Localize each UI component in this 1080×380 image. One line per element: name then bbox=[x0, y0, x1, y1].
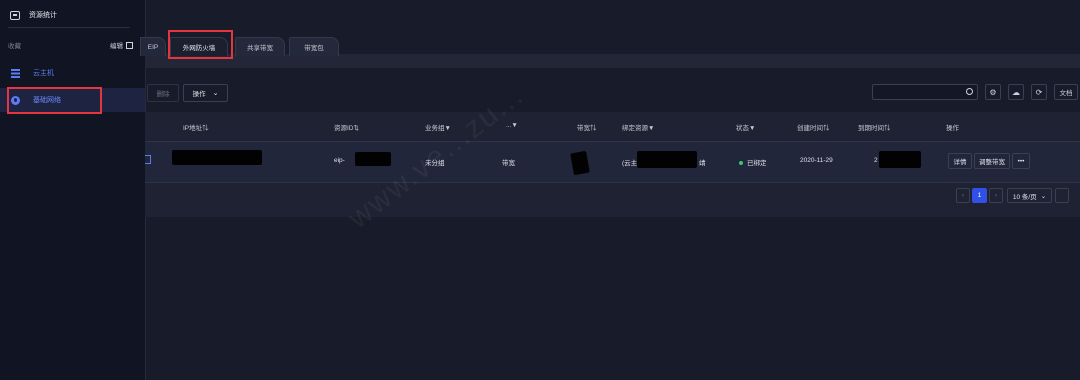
col-header-status[interactable]: 状态▼ bbox=[736, 122, 755, 132]
delete-button[interactable]: 删除 bbox=[147, 84, 179, 102]
redacted-ip bbox=[172, 150, 262, 165]
page-number[interactable]: 1 bbox=[972, 188, 987, 203]
redacted-resource-id bbox=[355, 152, 391, 166]
col-header-actions: 操作 bbox=[946, 125, 959, 132]
more-icon[interactable]: ••• bbox=[1012, 153, 1030, 169]
docs-button[interactable]: 文档 bbox=[1054, 84, 1078, 100]
col-header-ip[interactable]: IP地址⇅ bbox=[183, 122, 209, 132]
bound-resource[interactable]: (云主 bbox=[622, 157, 637, 167]
created-time: 2020-11-29 bbox=[800, 157, 833, 164]
col-header-bandwidth[interactable]: 带宽⇅ bbox=[577, 122, 597, 132]
refresh-icon[interactable]: ⟳ bbox=[1031, 84, 1047, 100]
status-dot-icon bbox=[739, 161, 743, 166]
tab-strip bbox=[145, 54, 1080, 68]
adjust-bandwidth-button[interactable]: 调整带宽 bbox=[974, 153, 1010, 169]
edit-icon bbox=[126, 41, 133, 49]
copy-icon[interactable] bbox=[145, 155, 151, 164]
table-row bbox=[145, 141, 1080, 183]
bound-resource-tail: 靖 bbox=[699, 160, 706, 167]
status-badge: 已绑定 bbox=[739, 157, 767, 167]
sidebar: 资源统计 收藏 编辑 云主机 基础网络 bbox=[0, 0, 146, 380]
prev-page-button[interactable]: ‹ bbox=[956, 188, 970, 203]
edit-label: 编辑 bbox=[110, 43, 123, 50]
gear-icon[interactable]: ⚙ bbox=[985, 84, 1001, 100]
chevron-down-icon: ⌄ bbox=[1040, 192, 1047, 200]
col-header-created[interactable]: 创建时间⇅ bbox=[797, 122, 830, 132]
page-size-select[interactable]: 10 条/页 ⌄ bbox=[1007, 188, 1052, 203]
status-text: 已绑定 bbox=[747, 160, 767, 167]
details-button[interactable]: 详情 bbox=[948, 153, 972, 169]
sidebar-item-label: 云主机 bbox=[33, 70, 54, 77]
chevron-down-icon: ⌄ bbox=[212, 90, 219, 97]
actions-label: 操作 bbox=[192, 91, 206, 98]
monitor-icon bbox=[10, 10, 20, 20]
col-header-expires: 到期时间⇅ bbox=[858, 125, 891, 132]
col-header-bound-resource[interactable]: 绑定资源▼ bbox=[622, 122, 654, 132]
tab-eip[interactable]: EIP bbox=[140, 37, 166, 56]
resource-id[interactable]: eip- bbox=[334, 157, 345, 164]
highlight-box-tab bbox=[168, 30, 233, 59]
expires-time: 2 bbox=[874, 157, 878, 164]
highlight-box-sidebar bbox=[7, 87, 102, 114]
cloud-download-icon[interactable]: ☁ bbox=[1008, 84, 1024, 100]
search-icon bbox=[966, 88, 973, 95]
type-value: 带宽 bbox=[502, 160, 515, 167]
col-header-resource-id[interactable]: 资源ID⇅ bbox=[334, 122, 359, 132]
col-header-type[interactable]: ...▼ bbox=[506, 122, 518, 129]
divider bbox=[8, 27, 130, 28]
sidebar-header[interactable]: 资源统计 bbox=[10, 8, 57, 22]
redacted-bound-resource bbox=[637, 151, 697, 168]
favorites-label: 收藏 bbox=[8, 43, 21, 50]
edit-favorites-button[interactable]: 编辑 bbox=[110, 40, 133, 50]
tab-shared-bandwidth[interactable]: 共享带宽 bbox=[235, 37, 285, 56]
tab-bandwidth-package[interactable]: 带宽包 bbox=[289, 37, 339, 56]
next-page-button[interactable]: › bbox=[989, 188, 1003, 203]
sidebar-item-cloud-host[interactable]: 云主机 bbox=[0, 62, 145, 84]
redacted-expires bbox=[879, 151, 921, 168]
actions-dropdown[interactable]: 操作 ⌄ bbox=[183, 84, 228, 102]
search-input[interactable] bbox=[872, 84, 978, 100]
jump-page-input[interactable] bbox=[1055, 188, 1069, 203]
server-icon bbox=[11, 68, 20, 78]
sidebar-title: 资源统计 bbox=[29, 12, 57, 19]
page-size-label: 10 条/页 bbox=[1012, 193, 1037, 201]
